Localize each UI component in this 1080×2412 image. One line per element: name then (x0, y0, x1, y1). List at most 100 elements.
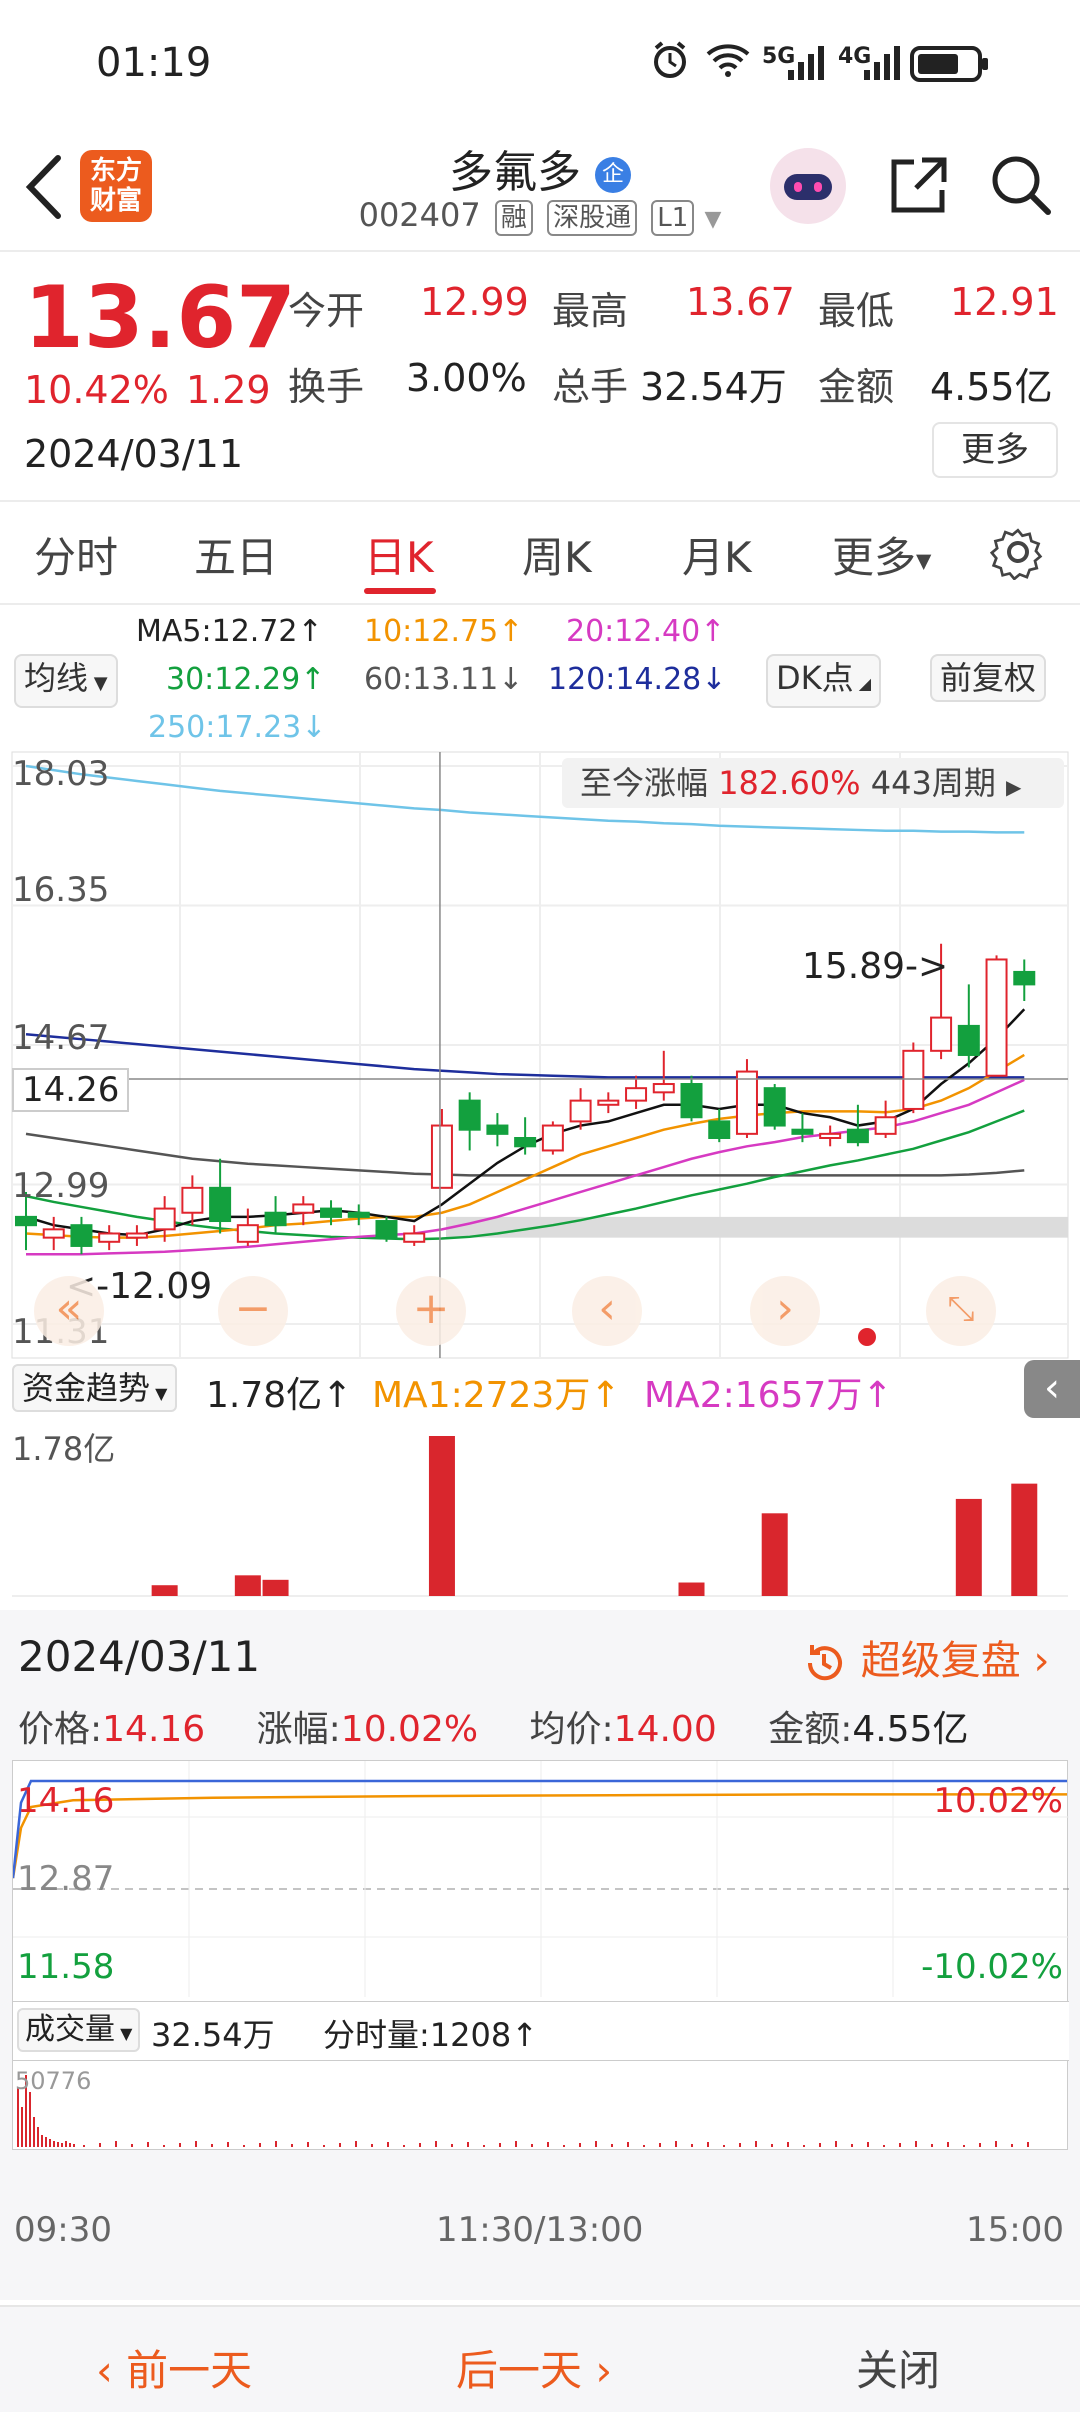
volume-tick (899, 2143, 901, 2147)
volume-tick (627, 2142, 629, 2147)
dk-point-button[interactable]: DK点 ◢ (766, 654, 882, 708)
indicator-select-label: 均线 (24, 659, 89, 697)
low-label: 最低 (818, 289, 895, 333)
y-label-top: 18.03 (12, 754, 110, 794)
prev-day-button[interactable]: ‹ 前一天 (96, 2337, 252, 2398)
corner-caret-icon: ◢ (853, 674, 872, 693)
volume-tick (755, 2141, 757, 2147)
intraday-replay-panel: 2024/03/11 超级复盘 › 价格:14.16 涨幅:10.02% 均价:… (0, 1610, 1080, 2300)
volume-tick (147, 2142, 149, 2147)
volume-tick (915, 2141, 917, 2147)
volume-value: 32.54万 (151, 2016, 275, 2054)
price-label: 价格: (18, 1709, 103, 1750)
active-tab-indicator (364, 588, 436, 594)
tab-intraday[interactable]: 分时 (34, 524, 118, 585)
candle-body (985, 958, 1008, 1077)
candle-body (264, 1211, 287, 1227)
panel-date: 2024/03/11 (18, 1632, 261, 1681)
candle-body (902, 1049, 925, 1110)
fund-trend-select[interactable]: 资金趋势 ▼ (12, 1364, 178, 1412)
share-icon[interactable] (886, 154, 950, 218)
volume-tick (115, 2141, 117, 2147)
tab-daily-k[interactable]: 日K (364, 524, 434, 585)
tab-five-day[interactable]: 五日 (194, 524, 278, 585)
more-button[interactable]: 更多 (932, 422, 1058, 478)
ma120-legend: 120:14.28↓ (548, 662, 727, 697)
tag-level: L1 (651, 200, 695, 236)
open-label: 今开 (288, 289, 365, 333)
clock: 01:19 (96, 40, 212, 86)
step-right-icon[interactable]: › (750, 1276, 820, 1346)
scroll-left-fast-icon[interactable]: « (34, 1276, 104, 1346)
volume-tick (579, 2143, 581, 2147)
volume-tick (451, 2144, 453, 2147)
intraday-svg[interactable] (11, 1761, 1069, 2151)
kline-chart[interactable]: 18.03 16.35 14.67 12.99 11.31 14.26 至今涨幅… (0, 750, 1080, 1360)
candle-body (181, 1186, 204, 1214)
super-replay-button[interactable]: 超级复盘 › (800, 1628, 1049, 1687)
battery-icon (910, 46, 988, 82)
tab-weekly-k[interactable]: 周K (522, 524, 592, 585)
close-button[interactable]: 关闭 (856, 2337, 940, 2398)
volume-tick (17, 2087, 19, 2147)
quote-date: 2024/03/11 (24, 432, 244, 476)
indicator-select[interactable]: 均线 ▼ (14, 654, 118, 708)
zoom-in-icon[interactable]: + (396, 1276, 466, 1346)
collapse-panel-icon[interactable]: ‹ (1024, 1360, 1080, 1418)
volume-tick (211, 2144, 213, 2147)
intraday-avg-line (11, 1793, 1067, 1879)
open-value: 12.99 (420, 280, 529, 324)
ma20-legend: 20:12.40↑ (566, 614, 726, 649)
tab-monthly-k[interactable]: 月K (682, 524, 752, 585)
time-mid: 11:30/13:00 (436, 2210, 644, 2250)
fund-ma1: MA1:2723万↑ (372, 1375, 621, 1416)
change-pct: 10.42% (24, 368, 169, 412)
cumulative-gain-box[interactable]: 至今涨幅 182.60% 443周期 ▶ (562, 758, 1064, 808)
high-annotation: 15.89-> (802, 946, 949, 987)
ma30-legend: 30:12.29↑ (166, 662, 326, 697)
volume-tick (131, 2144, 133, 2147)
tab-more[interactable]: 更多▼ (832, 524, 931, 585)
candle-body (458, 1099, 481, 1131)
search-icon[interactable] (988, 152, 1054, 218)
chevron-right-icon: ▶ (1006, 775, 1022, 799)
next-day-button[interactable]: 后一天 › (456, 2337, 612, 2398)
settings-gear-icon[interactable] (990, 524, 1046, 580)
dk-point-label: DK点 (776, 659, 854, 697)
volume-tick (195, 2141, 197, 2147)
volume-tick (53, 2141, 55, 2147)
ma250-legend: 250:17.23↓ (148, 710, 327, 745)
volume-tick (787, 2142, 789, 2147)
fund-bar (1011, 1483, 1038, 1596)
volume-axis-label: 50776 (15, 2067, 92, 2095)
volume-tick (467, 2142, 469, 2147)
volume-tick (563, 2145, 565, 2147)
volume-tick (259, 2143, 261, 2147)
assistant-avatar-icon[interactable] (770, 148, 846, 224)
stock-name: 多氟多 (449, 147, 581, 198)
volume-select[interactable]: 成交量 ▼ (17, 2008, 141, 2052)
volume-tick (707, 2142, 709, 2147)
amt-value: 4.55亿 (852, 1709, 969, 1750)
candle-body (320, 1207, 343, 1218)
y-label-3: 14.67 (12, 1018, 110, 1058)
stock-header: 东方 财富 多氟多 企 002407 融 深股通 L1 ▼ (0, 130, 1080, 250)
volume-tick (531, 2144, 533, 2147)
volume-tick (483, 2145, 485, 2147)
fund-ma2: MA2:1657万↑ (644, 1375, 893, 1416)
volume-tick (73, 2144, 75, 2147)
step-left-icon[interactable]: ‹ (572, 1276, 642, 1346)
zoom-out-icon[interactable]: − (218, 1276, 288, 1346)
volume-tick (659, 2143, 661, 2147)
volume-tick (179, 2143, 181, 2147)
fullscreen-icon[interactable]: ⤡ (926, 1276, 996, 1346)
pct-label: 涨幅: (256, 1709, 341, 1750)
forward-adjust-button[interactable]: 前复权 (930, 654, 1047, 702)
intraday-chart[interactable]: 14.16 12.87 11.58 10.02% -10.02% 成交量 ▼ 3… (11, 1760, 1069, 2151)
candle-body (347, 1211, 370, 1218)
replay-footer: ‹ 前一天 后一天 › 关闭 (0, 2305, 1080, 2412)
candle-body (763, 1087, 786, 1127)
candle-body (957, 1024, 980, 1056)
candle-body (98, 1232, 121, 1243)
volume-tick (723, 2145, 725, 2147)
